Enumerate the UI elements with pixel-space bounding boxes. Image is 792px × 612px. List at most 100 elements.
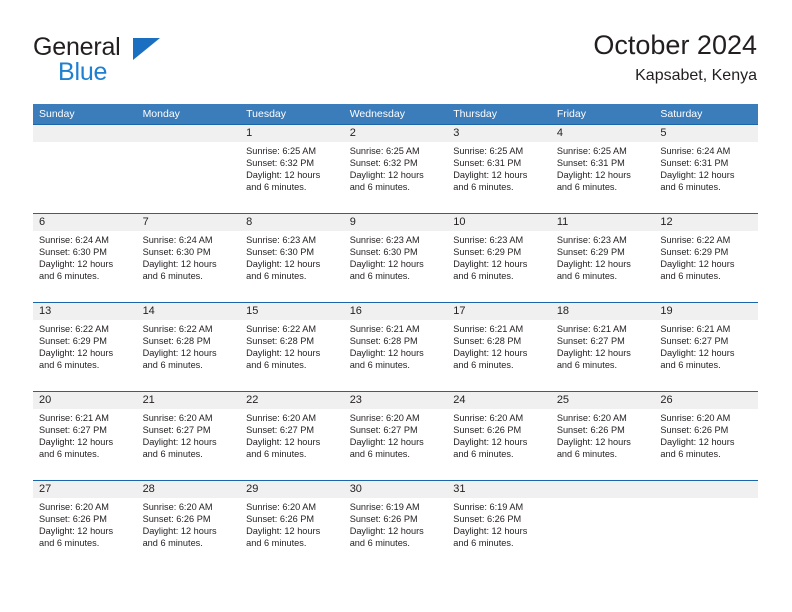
day-number: 27 xyxy=(33,481,137,498)
calendar-day-cell[interactable]: 19 Sunrise: 6:21 AM Sunset: 6:27 PM Dayligh… xyxy=(654,302,758,392)
day-number: 28 xyxy=(136,481,241,498)
day-daylight-line2-text: and 6 minutes. xyxy=(349,360,410,371)
day-number: 22 xyxy=(240,392,344,409)
day-sunrise-text: Sunrise: 6:25 AM xyxy=(349,146,420,156)
calendar-day-cell[interactable]: 5 Sunrise: 6:24 AM Sunset: 6:31 PM Daylight… xyxy=(654,124,758,214)
day-daylight-line1-text: Daylight: 12 hours xyxy=(142,437,217,448)
weekday-header-thursday: Thursday xyxy=(447,104,551,125)
day-daylight-line1-text: Daylight: 12 hours xyxy=(39,526,114,537)
day-number: 25 xyxy=(550,392,655,409)
day-details: Sunrise: 6:24 AM Sunset: 6:30 PM Daylight:… xyxy=(137,231,241,282)
day-details: Sunrise: 6:21 AM Sunset: 6:27 PM Daylight:… xyxy=(654,320,758,371)
day-sunset-text: Sunset: 6:29 PM xyxy=(453,247,522,258)
calendar-day-cell[interactable]: 16 Sunrise: 6:21 AM Sunset: 6:28 PM Dayligh… xyxy=(343,302,448,392)
day-details: Sunrise: 6:20 AM Sunset: 6:27 PM Daylight:… xyxy=(137,409,241,460)
calendar-day-cell[interactable]: 3 Sunrise: 6:25 AM Sunset: 6:31 PM Daylight… xyxy=(447,124,551,214)
day-cell-inner xyxy=(33,125,137,213)
day-daylight-line2-text: and 6 minutes. xyxy=(39,271,100,282)
calendar-grid: Sunday Monday Tuesday Wednesday Thursday… xyxy=(33,104,758,569)
day-number: 16 xyxy=(343,303,448,320)
day-details: Sunrise: 6:22 AM Sunset: 6:28 PM Daylight:… xyxy=(240,320,344,371)
day-details: Sunrise: 6:24 AM Sunset: 6:30 PM Daylight:… xyxy=(33,231,137,282)
day-cell-inner: 31 Sunrise: 6:19 AM Sunset: 6:26 PM Dayligh… xyxy=(447,481,551,569)
day-sunrise-text: Sunrise: 6:21 AM xyxy=(453,324,524,334)
day-sunset-text: Sunset: 6:27 PM xyxy=(246,425,315,436)
day-sunrise-text: Sunrise: 6:21 AM xyxy=(660,324,731,334)
calendar-day-cell[interactable]: 18 Sunrise: 6:21 AM Sunset: 6:27 PM Dayligh… xyxy=(550,302,655,392)
calendar-day-cell[interactable]: 26 Sunrise: 6:20 AM Sunset: 6:26 PM Dayligh… xyxy=(654,391,758,481)
calendar-day-cell[interactable]: 21 Sunrise: 6:20 AM Sunset: 6:27 PM Dayligh… xyxy=(136,391,241,481)
day-sunrise-text: Sunrise: 6:20 AM xyxy=(246,413,317,423)
day-number: 20 xyxy=(33,392,137,409)
calendar-day-cell[interactable]: 22 Sunrise: 6:20 AM Sunset: 6:27 PM Dayligh… xyxy=(240,391,344,481)
day-daylight-line2-text: and 6 minutes. xyxy=(349,449,410,460)
calendar-day-cell[interactable]: 11 Sunrise: 6:23 AM Sunset: 6:29 PM Dayligh… xyxy=(550,213,655,303)
calendar-day-cell[interactable]: 25 Sunrise: 6:20 AM Sunset: 6:26 PM Dayligh… xyxy=(550,391,655,481)
brand-logo[interactable]: General Blue xyxy=(33,34,253,92)
day-daylight-line1-text: Daylight: 12 hours xyxy=(349,437,424,448)
day-cell-inner: 13 Sunrise: 6:22 AM Sunset: 6:29 PM Dayligh… xyxy=(33,303,137,391)
day-daylight-line1-text: Daylight: 12 hours xyxy=(142,259,217,270)
day-daylight-line2-text: and 6 minutes. xyxy=(142,538,203,549)
day-sunrise-text: Sunrise: 6:20 AM xyxy=(39,502,109,512)
day-details: Sunrise: 6:20 AM Sunset: 6:26 PM Daylight:… xyxy=(137,498,241,549)
day-number: 23 xyxy=(343,392,448,409)
day-cell-inner: 4 Sunrise: 6:25 AM Sunset: 6:31 PM Daylight… xyxy=(550,125,655,213)
day-daylight-line2-text: and 6 minutes. xyxy=(453,360,514,371)
day-daylight-line2-text: and 6 minutes. xyxy=(39,538,100,549)
day-daylight-line1-text: Daylight: 12 hours xyxy=(39,348,114,359)
calendar-day-cell[interactable]: 15 Sunrise: 6:22 AM Sunset: 6:28 PM Dayligh… xyxy=(240,302,344,392)
calendar-day-cell[interactable]: 9 Sunrise: 6:23 AM Sunset: 6:30 PM Daylight… xyxy=(343,213,448,303)
day-daylight-line2-text: and 6 minutes. xyxy=(556,182,618,193)
calendar-week-row: 27 Sunrise: 6:20 AM Sunset: 6:26 PM Dayligh… xyxy=(33,480,758,569)
day-sunrise-text: Sunrise: 6:20 AM xyxy=(246,502,317,512)
calendar-day-cell[interactable]: 12 Sunrise: 6:22 AM Sunset: 6:29 PM Dayligh… xyxy=(654,213,758,303)
day-cell-inner: 20 Sunrise: 6:21 AM Sunset: 6:27 PM Dayligh… xyxy=(33,392,137,480)
day-daylight-line1-text: Daylight: 12 hours xyxy=(349,259,424,270)
day-daylight-line2-text: and 6 minutes. xyxy=(246,449,307,460)
day-cell-inner: 25 Sunrise: 6:20 AM Sunset: 6:26 PM Dayligh… xyxy=(550,392,655,480)
calendar-day-cell[interactable]: 6 Sunrise: 6:24 AM Sunset: 6:30 PM Daylight… xyxy=(33,213,137,303)
day-sunset-text: Sunset: 6:26 PM xyxy=(556,425,625,436)
calendar-day-cell[interactable]: 4 Sunrise: 6:25 AM Sunset: 6:31 PM Daylight… xyxy=(550,124,655,214)
calendar-day-cell[interactable]: 2 Sunrise: 6:25 AM Sunset: 6:32 PM Daylight… xyxy=(343,124,448,214)
day-cell-inner: 15 Sunrise: 6:22 AM Sunset: 6:28 PM Dayligh… xyxy=(240,303,344,391)
calendar-day-cell[interactable]: 31 Sunrise: 6:19 AM Sunset: 6:26 PM Dayligh… xyxy=(447,480,551,569)
brand-name-general: General xyxy=(33,33,121,61)
day-details: Sunrise: 6:20 AM Sunset: 6:26 PM Daylight:… xyxy=(33,498,137,549)
day-cell-inner: 1 Sunrise: 6:25 AM Sunset: 6:32 PM Daylight… xyxy=(240,125,344,213)
calendar-day-cell[interactable]: 7 Sunrise: 6:24 AM Sunset: 6:30 PM Daylight… xyxy=(136,213,241,303)
calendar-body: 1 Sunrise: 6:25 AM Sunset: 6:32 PM Daylight… xyxy=(33,124,758,569)
page-title: October 2024 xyxy=(593,30,757,60)
day-cell-inner: 10 Sunrise: 6:23 AM Sunset: 6:29 PM Dayligh… xyxy=(447,214,551,302)
calendar-day-cell[interactable]: 27 Sunrise: 6:20 AM Sunset: 6:26 PM Dayligh… xyxy=(33,480,137,569)
calendar-day-cell[interactable]: 17 Sunrise: 6:21 AM Sunset: 6:28 PM Dayligh… xyxy=(447,302,551,392)
calendar-day-cell[interactable]: 1 Sunrise: 6:25 AM Sunset: 6:32 PM Daylight… xyxy=(240,124,344,214)
calendar-day-cell[interactable]: 23 Sunrise: 6:20 AM Sunset: 6:27 PM Dayligh… xyxy=(343,391,448,481)
calendar-day-cell[interactable]: 24 Sunrise: 6:20 AM Sunset: 6:26 PM Dayligh… xyxy=(447,391,551,481)
day-sunrise-text: Sunrise: 6:20 AM xyxy=(556,413,627,423)
calendar-day-cell[interactable]: 20 Sunrise: 6:21 AM Sunset: 6:27 PM Dayligh… xyxy=(33,391,137,481)
day-daylight-line1-text: Daylight: 12 hours xyxy=(556,437,631,448)
calendar-day-cell[interactable]: 28 Sunrise: 6:20 AM Sunset: 6:26 PM Dayligh… xyxy=(136,480,241,569)
day-cell-inner: 17 Sunrise: 6:21 AM Sunset: 6:28 PM Dayligh… xyxy=(447,303,551,391)
day-daylight-line1-text: Daylight: 12 hours xyxy=(556,170,631,181)
day-cell-inner: 21 Sunrise: 6:20 AM Sunset: 6:27 PM Dayligh… xyxy=(136,392,241,480)
day-sunrise-text: Sunrise: 6:22 AM xyxy=(660,235,731,245)
calendar-day-cell[interactable]: 14 Sunrise: 6:22 AM Sunset: 6:28 PM Dayligh… xyxy=(136,302,241,392)
weekday-header-saturday: Saturday xyxy=(654,104,758,125)
calendar-day-cell[interactable]: 13 Sunrise: 6:22 AM Sunset: 6:29 PM Dayligh… xyxy=(33,302,137,392)
day-number xyxy=(136,125,241,142)
day-daylight-line1-text: Daylight: 12 hours xyxy=(39,437,114,448)
calendar-day-cell[interactable]: 8 Sunrise: 6:23 AM Sunset: 6:30 PM Daylight… xyxy=(240,213,344,303)
day-daylight-line2-text: and 6 minutes. xyxy=(246,360,307,371)
day-number: 3 xyxy=(447,125,551,142)
day-details xyxy=(654,498,758,501)
calendar-day-cell[interactable]: 29 Sunrise: 6:20 AM Sunset: 6:26 PM Dayligh… xyxy=(240,480,344,569)
day-daylight-line1-text: Daylight: 12 hours xyxy=(39,259,114,270)
day-sunrise-text: Sunrise: 6:20 AM xyxy=(453,413,524,423)
calendar-day-cell[interactable]: 10 Sunrise: 6:23 AM Sunset: 6:29 PM Dayligh… xyxy=(447,213,551,303)
day-cell-inner: 24 Sunrise: 6:20 AM Sunset: 6:26 PM Dayligh… xyxy=(447,392,551,480)
triangle-logo-icon xyxy=(133,38,160,60)
calendar-day-cell[interactable]: 30 Sunrise: 6:19 AM Sunset: 6:26 PM Dayligh… xyxy=(343,480,448,569)
